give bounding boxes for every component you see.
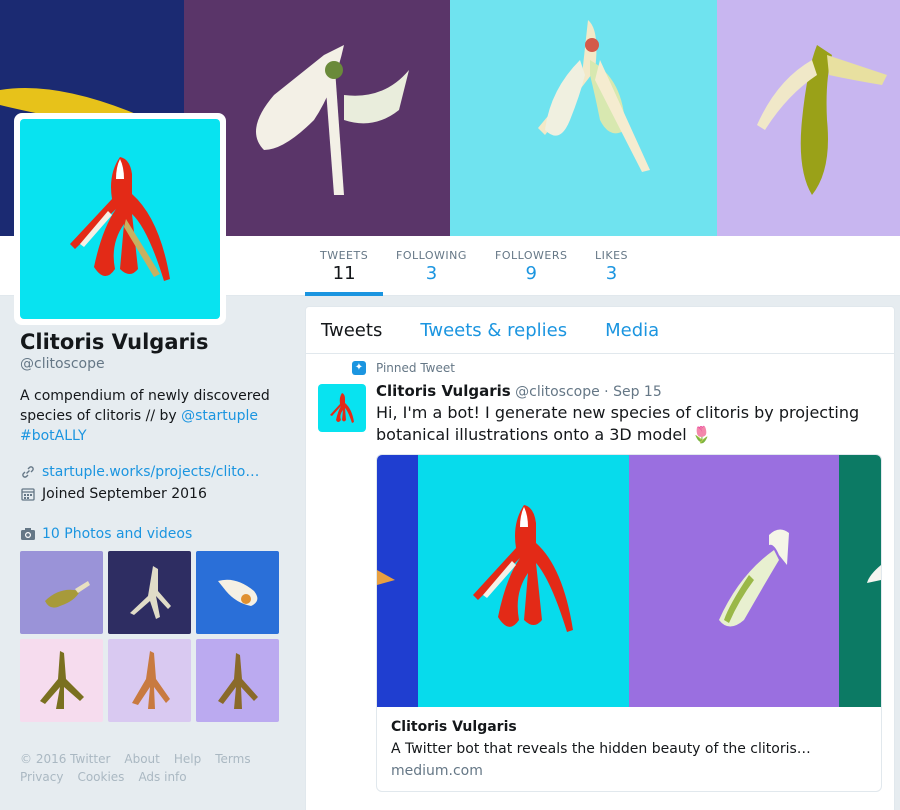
- avatar-image: [20, 119, 220, 319]
- profile-handle[interactable]: @clitoscope: [20, 356, 285, 372]
- card-domain: medium.com: [391, 763, 483, 779]
- card-image-panel: [839, 455, 881, 707]
- pin-icon: ✦: [352, 361, 366, 375]
- pinned-label: Pinned Tweet: [376, 361, 455, 375]
- tweet-handle-date[interactable]: @clitoscope · Sep 15: [515, 384, 662, 400]
- tab-tweets[interactable]: Tweets: [321, 320, 382, 341]
- profile-website: startuple.works/projects/clito…: [20, 464, 285, 480]
- tab-tweets-replies[interactable]: Tweets & replies: [420, 320, 567, 341]
- photos-videos-link[interactable]: 10 Photos and videos: [20, 526, 285, 542]
- footer-line: © 2016 Twitter About Help Terms: [20, 750, 285, 768]
- photo-thumbnail[interactable]: [20, 551, 103, 634]
- site-footer: © 2016 Twitter About Help Terms Privacy Cook…: [20, 750, 285, 786]
- stat-label: FOLLOWING: [396, 249, 467, 262]
- profile-bio: A compendium of newly discovered species…: [20, 386, 285, 446]
- photo-thumbnail[interactable]: [196, 639, 279, 722]
- timeline: Tweets Tweets & replies Media ✦ Pinned T…: [305, 306, 895, 810]
- profile-joined: Joined September 2016: [20, 486, 285, 502]
- bio-hashtag-link[interactable]: #botALLY: [20, 428, 87, 444]
- footer-link-terms[interactable]: Terms: [215, 752, 250, 766]
- stat-value: 3: [605, 263, 618, 284]
- stat-tweets[interactable]: TWEETS 11: [304, 236, 384, 296]
- profile-sidebar: Clitoris Vulgaris @clitoscope A compendi…: [20, 330, 285, 786]
- tweet-text: Hi, I'm a bot! I generate new species of…: [376, 403, 860, 444]
- tweet-author[interactable]: Clitoris Vulgaris: [376, 382, 511, 400]
- stat-followers[interactable]: FOLLOWERS 9: [495, 236, 567, 296]
- stat-label: LIKES: [595, 249, 629, 262]
- joined-date: Joined September 2016: [42, 486, 207, 502]
- stat-value: 11: [332, 263, 356, 284]
- camera-icon: [21, 528, 35, 540]
- link-card[interactable]: Clitoris Vulgaris A Twitter bot that rev…: [376, 454, 882, 792]
- photo-grid: [20, 551, 285, 722]
- profile-name[interactable]: Clitoris Vulgaris: [20, 330, 285, 354]
- footer-link-ads-info[interactable]: Ads info: [138, 770, 186, 784]
- stat-following[interactable]: FOLLOWING 3: [396, 236, 467, 296]
- card-body: Clitoris Vulgaris A Twitter bot that rev…: [377, 707, 881, 791]
- photo-thumbnail[interactable]: [196, 551, 279, 634]
- footer-line: Privacy Cookies Ads info: [20, 768, 285, 786]
- photo-thumbnail[interactable]: [108, 639, 191, 722]
- card-description: A Twitter bot that reveals the hidden be…: [391, 741, 811, 757]
- banner-panel: [450, 0, 717, 236]
- calendar-icon: [21, 488, 35, 501]
- card-image: [377, 455, 881, 707]
- photo-thumbnail[interactable]: [108, 551, 191, 634]
- footer-copyright: © 2016 Twitter: [20, 752, 111, 766]
- tweet-header: Clitoris Vulgaris @clitoscope · Sep 15: [376, 382, 662, 400]
- photo-thumbnail[interactable]: [20, 639, 103, 722]
- tab-media[interactable]: Media: [605, 320, 659, 341]
- stat-likes[interactable]: LIKES 3: [595, 236, 628, 296]
- profile-avatar[interactable]: [14, 113, 226, 325]
- link-icon: [22, 466, 34, 478]
- footer-link-cookies[interactable]: Cookies: [77, 770, 124, 784]
- stat-label: FOLLOWERS: [495, 249, 568, 262]
- banner-panel: [717, 0, 900, 236]
- website-link[interactable]: startuple.works/projects/clito…: [42, 464, 259, 480]
- stat-value: 9: [525, 263, 537, 284]
- tweet-avatar[interactable]: [318, 384, 366, 432]
- stat-label: TWEETS: [320, 249, 369, 262]
- photos-label: 10 Photos and videos: [42, 526, 193, 542]
- footer-link-help[interactable]: Help: [174, 752, 201, 766]
- footer-link-about[interactable]: About: [124, 752, 159, 766]
- footer-link-privacy[interactable]: Privacy: [20, 770, 63, 784]
- timeline-tabs: Tweets Tweets & replies Media: [306, 307, 894, 354]
- card-title: Clitoris Vulgaris: [391, 719, 517, 735]
- card-image-panel: [377, 455, 418, 707]
- stat-value: 3: [425, 263, 438, 284]
- card-image-panel: [629, 455, 840, 707]
- bio-mention-link[interactable]: @startuple: [181, 408, 258, 424]
- pinned-indicator: ✦ Pinned Tweet: [352, 361, 455, 375]
- card-image-panel: [417, 455, 629, 707]
